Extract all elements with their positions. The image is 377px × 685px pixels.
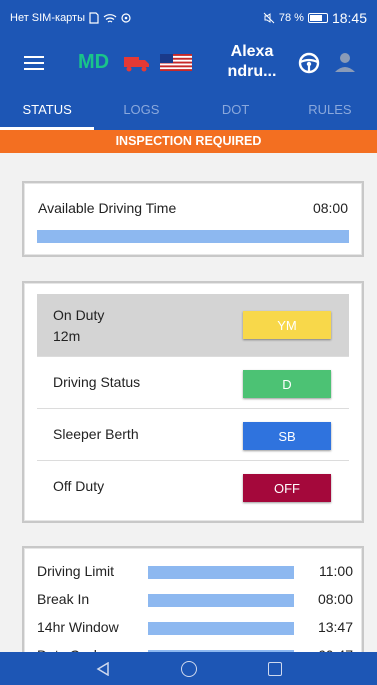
available-driving-card: Available Driving Time 08:00 [22,181,364,257]
limit-row-driving: Driving Limit 11:00 [37,559,353,583]
limit-label: Driving Limit [37,563,115,579]
available-driving-label: Available Driving Time [38,200,177,216]
yard-move-button[interactable]: YM [243,311,331,339]
us-flag-icon[interactable] [160,54,192,71]
tab-rules[interactable]: RULES [283,90,377,130]
system-status-bar: Нет SIM-карты 78 % 18:45 [0,0,377,36]
tab-logs[interactable]: LOGS [94,90,188,130]
duty-label: Driving Status [53,374,141,390]
duty-label-line2: 12m [53,328,81,344]
clock-text: 18:45 [331,10,367,26]
limit-bar [148,594,294,607]
limit-row-break: Break In 08:00 [37,587,353,611]
duty-label-line1: On Duty [53,307,105,323]
app-logo: MD [78,51,110,73]
steering-wheel-icon[interactable] [298,52,320,74]
sim-icon [89,12,99,24]
duty-label: On Duty 12m [53,305,104,347]
hamburger-icon[interactable] [24,56,44,70]
wifi-icon [103,13,117,23]
limit-bar [148,622,294,635]
hos-limits-card: Driving Limit 11:00 Break In 08:00 14hr … [22,546,364,663]
home-icon[interactable] [180,660,197,677]
driver-name-line2: ndru... [227,63,277,80]
duty-row-sleeper: Sleeper Berth SB [37,409,349,461]
sleeper-berth-button[interactable]: SB [243,422,331,450]
limit-label: Break In [37,591,90,607]
person-icon[interactable] [333,50,357,74]
location-icon [121,12,131,23]
recents-icon[interactable] [267,661,282,676]
available-driving-value: 08:00 [312,200,348,216]
tab-status[interactable]: STATUS [0,90,95,130]
driver-name-line1: Alexa [230,43,274,60]
mute-icon [263,12,275,24]
limit-value: 08:00 [317,591,353,607]
system-nav-bar [0,652,377,685]
app-bar: MD Alexa ndru... [0,36,377,90]
duty-row-off-duty: Off Duty OFF [37,461,349,513]
limit-bar [148,566,294,579]
battery-icon [307,13,328,23]
carrier-text: Нет SIM-карты [10,12,86,24]
driving-button[interactable]: D [243,370,331,398]
truck-icon[interactable] [124,54,150,72]
limit-value: 13:47 [317,619,353,635]
duty-status-card: On Duty 12m YM Driving Status D Sleeper … [22,281,364,523]
driver-name[interactable]: Alexa ndru... [222,42,282,82]
limit-row-window: 14hr Window 13:47 [37,615,353,639]
tab-bar: STATUS LOGS DOT RULES [0,90,377,130]
off-duty-button[interactable]: OFF [243,474,331,502]
battery-text: 78 % [278,12,304,24]
duty-row-driving: Driving Status D [37,357,349,409]
inspection-banner[interactable]: INSPECTION REQUIRED [0,130,377,153]
limit-label: 14hr Window [37,619,119,635]
duty-row-on-duty: On Duty 12m YM [37,294,349,357]
duty-label: Off Duty [53,478,105,494]
limit-value: 11:00 [319,563,353,579]
tab-dot[interactable]: DOT [189,90,283,130]
available-driving-bar [37,230,349,243]
duty-label: Sleeper Berth [53,426,139,442]
back-icon[interactable] [96,661,110,676]
